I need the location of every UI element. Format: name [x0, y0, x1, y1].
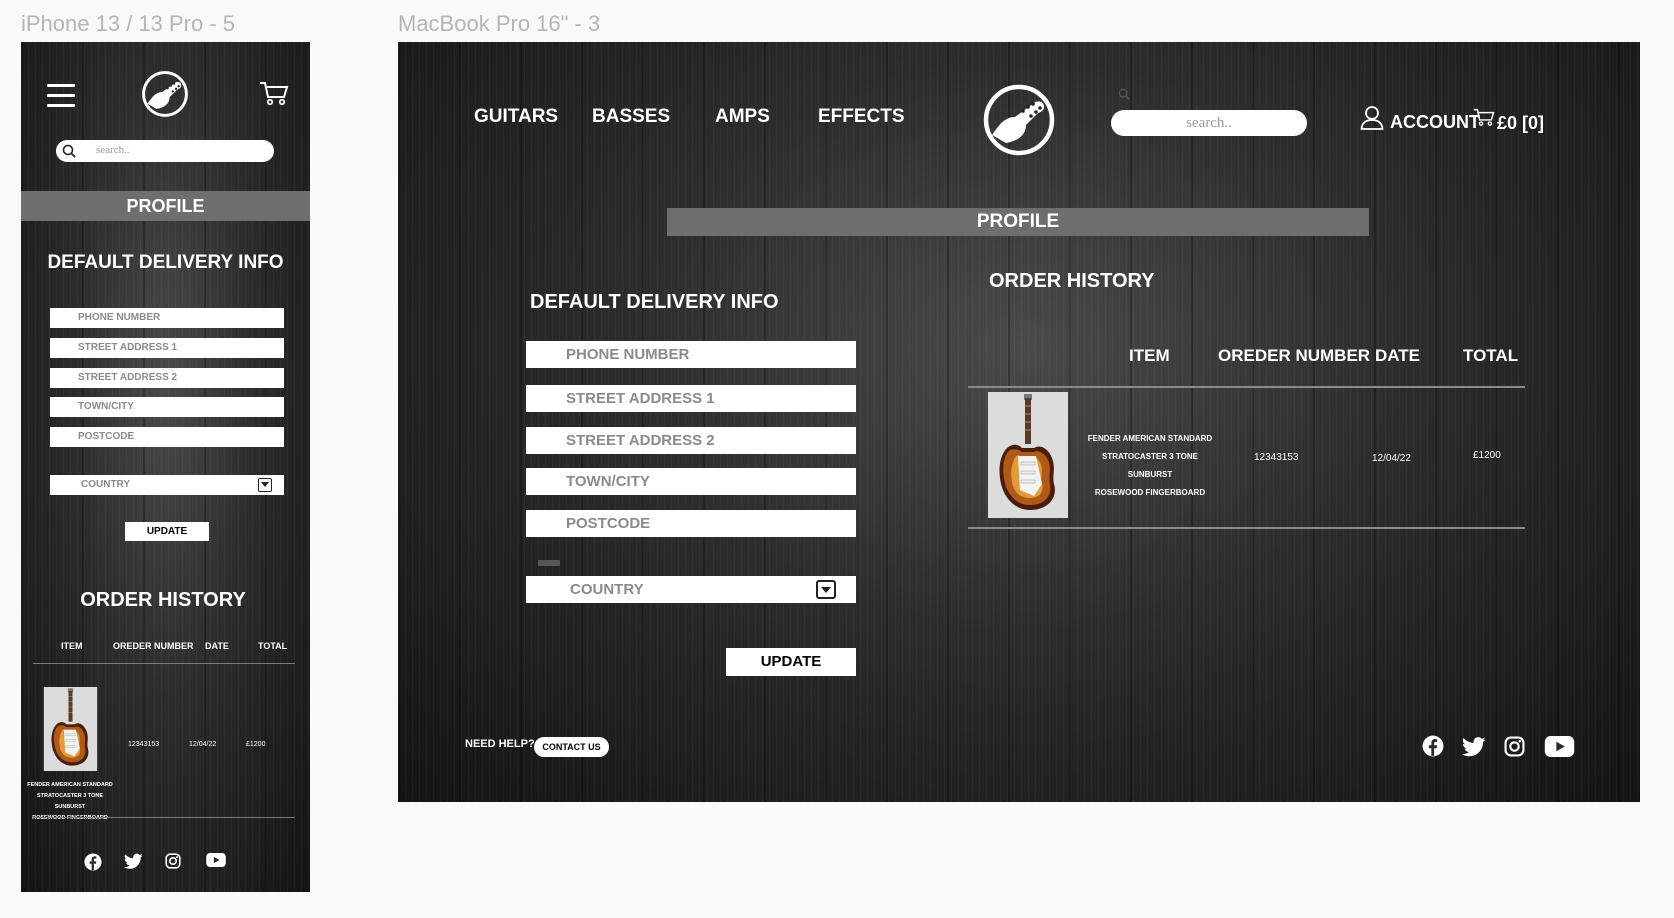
facebook-icon[interactable] — [84, 853, 102, 871]
instagram-icon[interactable] — [1504, 736, 1525, 757]
delivery-title: DEFAULT DELIVERY INFO — [530, 291, 779, 313]
update-button[interactable]: UPDATE — [125, 522, 209, 541]
cart-label: £0 [0] — [1497, 113, 1545, 133]
street2-field[interactable]: STREET ADDRESS 2 — [526, 427, 856, 454]
search-input[interactable]: search.. — [1111, 110, 1307, 136]
nav-guitars[interactable]: GUITARS — [474, 106, 558, 128]
street2-field[interactable]: STREET ADDRESS 2 — [50, 368, 284, 388]
col-order-number: OREDER NUMBER — [113, 641, 194, 651]
desc-line1: FENDER AMERICAN STANDARD — [27, 782, 113, 788]
col-date: DATE — [205, 641, 229, 651]
dropdown-arrow-icon[interactable] — [258, 478, 272, 492]
divider — [33, 817, 295, 818]
order-date-cell: 12/04/22 — [189, 741, 217, 748]
youtube-icon[interactable] — [206, 853, 226, 867]
search-input[interactable]: search.. — [56, 140, 274, 162]
col-total: TOTAL — [1463, 346, 1519, 365]
profile-title: PROFILE — [21, 191, 310, 221]
postcode-field[interactable]: POSTCODE — [526, 510, 856, 537]
phone-field[interactable]: PHONE NUMBER — [50, 308, 284, 328]
nav-effects[interactable]: EFFECTS — [818, 106, 905, 128]
order-history-title: ORDER HISTORY — [80, 589, 246, 611]
postcode-field[interactable]: POSTCODE — [50, 427, 284, 447]
account-label: ACCOUNT — [1390, 112, 1480, 132]
guitar-product-image[interactable] — [43, 687, 98, 771]
country-select[interactable]: COUNTRY — [50, 475, 284, 495]
country-label: COUNTRY — [570, 581, 644, 598]
country-select[interactable]: COUNTRY — [526, 576, 856, 603]
cart-icon — [1473, 108, 1495, 126]
need-help-label: NEED HELP? — [465, 738, 535, 750]
col-item: ITEM — [61, 641, 83, 651]
twitter-icon[interactable] — [1462, 737, 1486, 757]
desktop-frame-title: MacBook Pro 16" - 3 — [398, 11, 601, 36]
nav-basses[interactable]: BASSES — [592, 106, 670, 128]
delivery-title: DEFAULT DELIVERY INFO — [47, 252, 284, 273]
profile-title: PROFILE — [667, 208, 1369, 236]
col-total: TOTAL — [258, 641, 288, 651]
order-total-cell: £1200 — [246, 741, 266, 748]
desc-line1: FENDER AMERICAN STANDARD — [1087, 434, 1213, 443]
desc-line3: ROSEWOOD FINGERBOARD — [32, 815, 108, 821]
nav-amps[interactable]: AMPS — [715, 106, 770, 128]
search-placeholder: search.. — [96, 144, 130, 156]
order-date-cell: 12/04/22 — [1372, 453, 1411, 464]
town-field[interactable]: TOWN/CITY — [526, 468, 856, 495]
guitar-logo-icon[interactable] — [141, 70, 189, 118]
youtube-icon[interactable] — [1544, 736, 1575, 757]
update-button[interactable]: UPDATE — [726, 648, 856, 676]
divider — [968, 527, 1525, 529]
guitar-product-image[interactable] — [988, 392, 1068, 518]
country-label: COUNTRY — [81, 479, 131, 490]
street1-field[interactable]: STREET ADDRESS 1 — [50, 338, 284, 358]
desc-line3: ROSEWOOD FINGERBOARD — [1094, 488, 1206, 497]
search-icon — [1118, 88, 1130, 100]
cart-icon[interactable] — [259, 80, 289, 106]
town-field[interactable]: TOWN/CITY — [50, 397, 284, 417]
divider — [33, 663, 295, 664]
desktop-frame: GUITARS BASSES AMPS EFFECTS search.. ACC… — [398, 42, 1640, 802]
order-number-cell: 12343153 — [1254, 452, 1299, 463]
col-order-number: OREDER NUMBER — [1218, 346, 1371, 365]
street1-field[interactable]: STREET ADDRESS 1 — [526, 385, 856, 412]
desc-line2: STRATOCASTER 3 TONE SUNBURST — [36, 793, 103, 810]
divider — [968, 386, 1525, 388]
desc-line2: STRATOCASTER 3 TONE SUNBURST — [1101, 452, 1198, 479]
mobile-frame: search.. PROFILE DEFAULT DELIVERY INFO P… — [21, 42, 310, 892]
guitar-logo-icon[interactable] — [982, 83, 1056, 157]
user-icon — [1360, 106, 1384, 130]
divider — [538, 560, 560, 566]
order-description: FENDER AMERICAN STANDARD STRATOCASTER 3 … — [1080, 430, 1220, 502]
col-item: ITEM — [1129, 346, 1170, 365]
order-history-title: ORDER HISTORY — [989, 270, 1155, 292]
contact-us-button[interactable]: CONTACT US — [534, 737, 609, 757]
search-icon — [62, 144, 76, 158]
col-date: DATE — [1375, 346, 1421, 365]
dropdown-arrow-icon[interactable] — [816, 580, 836, 599]
order-number-cell: 12343153 — [128, 741, 160, 748]
instagram-icon[interactable] — [165, 853, 181, 869]
order-total-cell: £1200 — [1473, 450, 1501, 461]
phone-field[interactable]: PHONE NUMBER — [526, 341, 856, 368]
hamburger-icon[interactable] — [47, 84, 75, 114]
twitter-icon[interactable] — [124, 853, 143, 870]
facebook-icon[interactable] — [1422, 735, 1444, 757]
mobile-frame-title: iPhone 13 / 13 Pro - 5 — [21, 11, 236, 36]
